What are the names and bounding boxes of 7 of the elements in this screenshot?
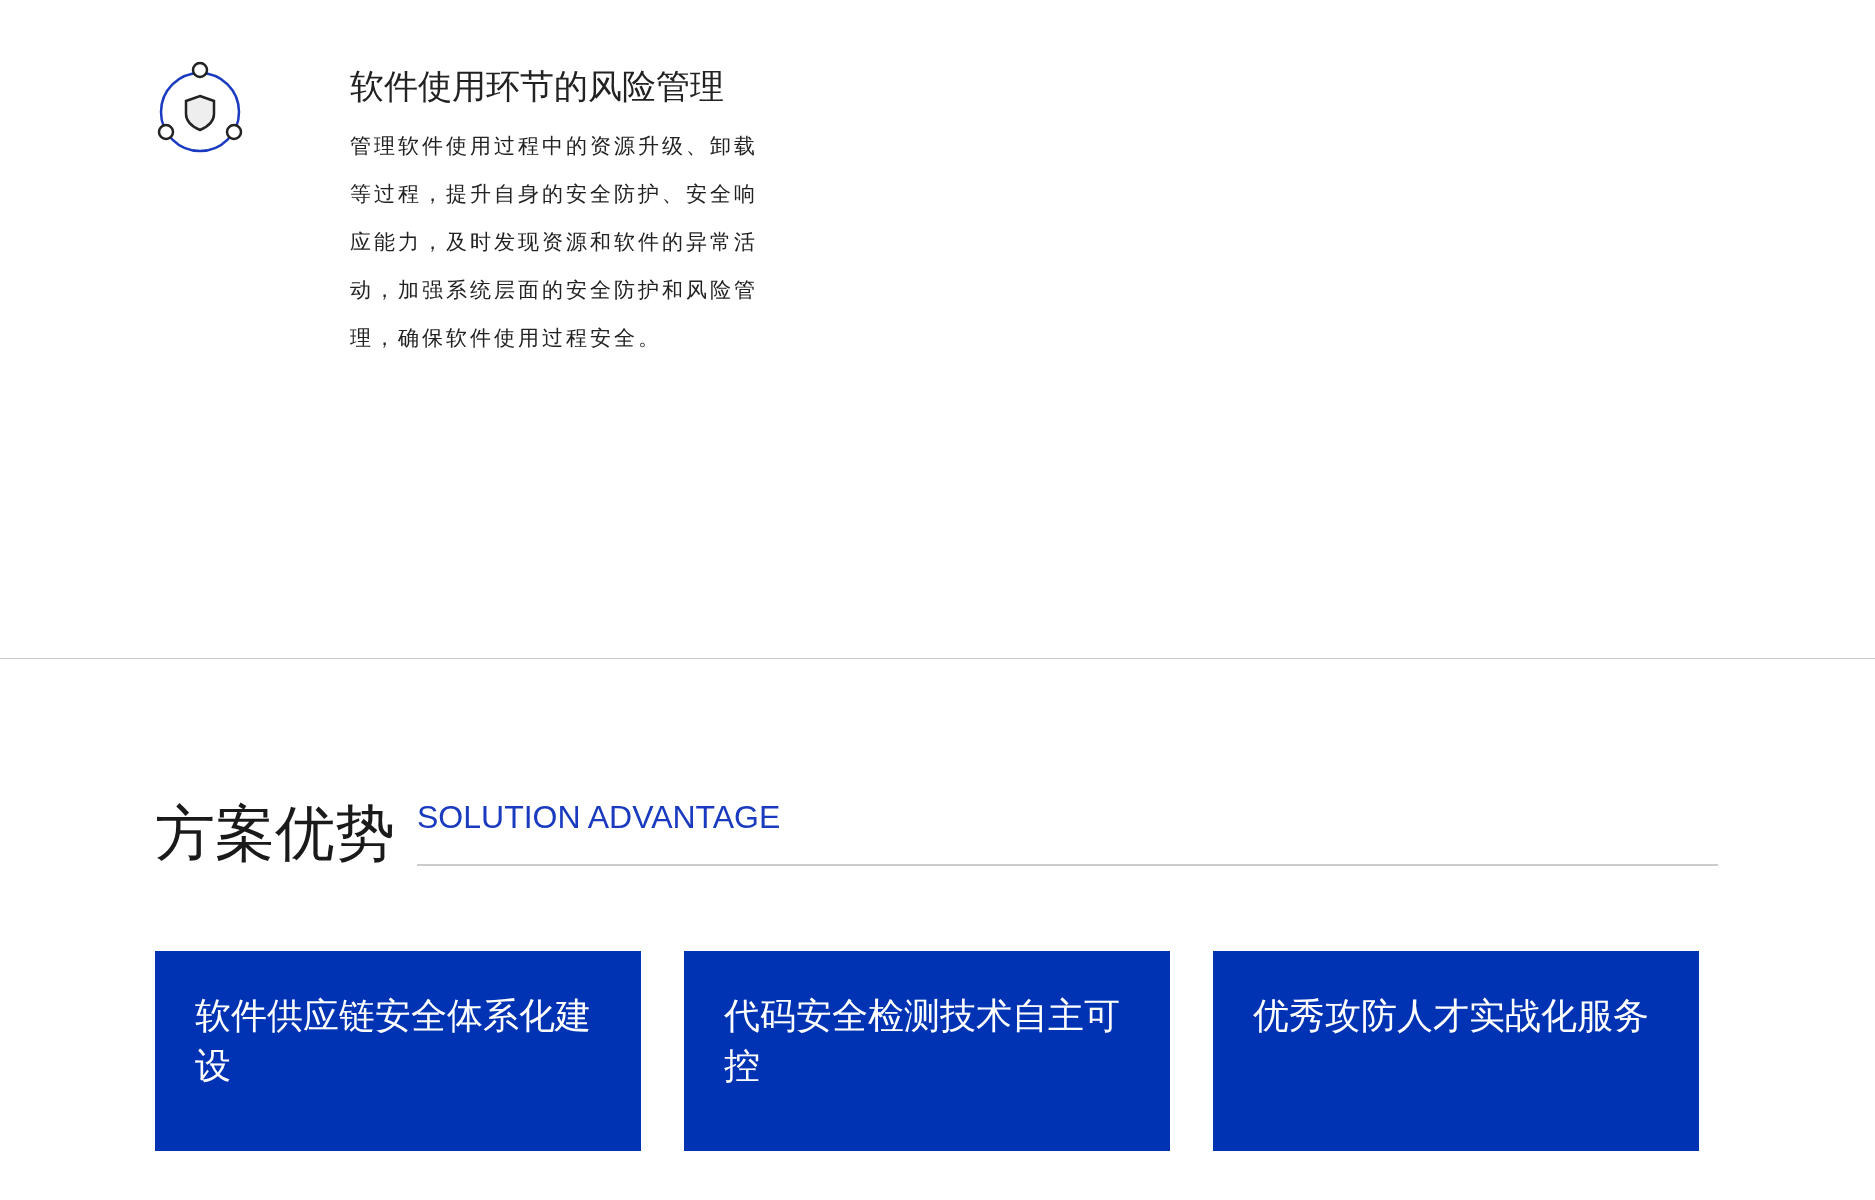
section-title: 方案优势 <box>155 800 395 866</box>
section-subtitle: SOLUTION ADVANTAGE <box>417 799 781 835</box>
card-title: 软件供应链安全体系化建设 <box>195 994 592 1088</box>
risk-description: 管理软件使用过程中的资源升级、卸载等过程，提升自身的安全防护、安全响应能力，及时发现资源和软件的异常活动，加强系统层面的安全防护和风险管理，确保软件使用过程安全。 <box>350 133 759 352</box>
risk-title: 软件使用环节的风险管理 <box>350 65 725 108</box>
card-title: 优秀攻防人才实战化服务 <box>1253 994 1650 1038</box>
card-title: 代码安全检测技术自主可控 <box>724 994 1121 1088</box>
